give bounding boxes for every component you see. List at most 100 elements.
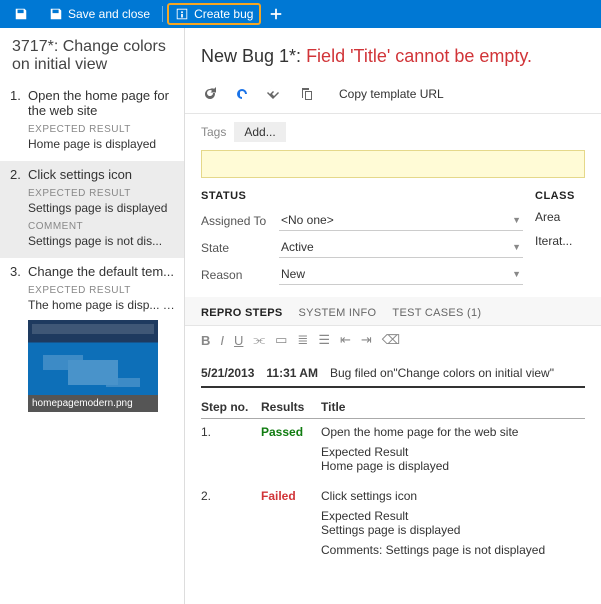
- expected-label: EXPECTED RESULT: [28, 188, 176, 199]
- repro-filed-on: Bug filed on"Change colors on initial vi…: [330, 366, 554, 380]
- reason-label: Reason: [201, 268, 279, 282]
- repro-date: 5/21/2013: [201, 366, 254, 380]
- format-toolbar: B I U ⫘ ▭ ≣ ☰ ⇤ ⇥ ⌫: [185, 326, 601, 354]
- comment-label: COMMENT: [28, 221, 176, 232]
- refresh-icon: [202, 86, 218, 102]
- col-results: Results: [261, 400, 321, 414]
- iteration-link[interactable]: Iterat...: [535, 234, 585, 248]
- attach-icon: [266, 86, 282, 102]
- step-1[interactable]: 1. Open the home page for the web site E…: [0, 82, 184, 161]
- repro-title: Open the home page for the web site: [321, 425, 585, 439]
- caret-icon: ▼: [512, 269, 521, 279]
- create-bug-button[interactable]: Create bug: [175, 7, 253, 21]
- tags-label: Tags: [201, 125, 226, 139]
- expected-label: EXPECTED RESULT: [28, 124, 176, 135]
- left-panel: 3717*: Change colors on initial view 1. …: [0, 28, 184, 604]
- attach-button[interactable]: [265, 85, 283, 103]
- repro-title: Click settings icon: [321, 489, 585, 503]
- repro-exp: Home page is displayed: [321, 459, 585, 473]
- tab-system-info[interactable]: SYSTEM INFO: [299, 307, 377, 319]
- create-bug-highlight: Create bug: [167, 3, 261, 25]
- col-title: Title: [321, 400, 585, 414]
- step-2[interactable]: 2. Click settings icon EXPECTED RESULT S…: [0, 161, 184, 258]
- bug-toolbar: Copy template URL: [185, 81, 601, 114]
- save-icon: [14, 7, 28, 21]
- attachment-thumb[interactable]: homepagemodern.png: [28, 320, 158, 412]
- comment-value: Settings page is not dis...: [28, 234, 176, 248]
- state-label: State: [201, 241, 279, 255]
- page-title: 3717*: Change colors on initial view: [0, 28, 184, 82]
- state-dropdown[interactable]: Active ▼: [279, 237, 523, 258]
- repro-result: Passed: [261, 425, 321, 439]
- step-title: Click settings icon: [28, 167, 132, 182]
- repro-step-num: 2.: [201, 489, 261, 503]
- col-step: Step no.: [201, 400, 261, 414]
- step-title: Change the default tem...: [28, 264, 174, 279]
- caret-icon: ▼: [512, 242, 521, 252]
- save-close-button[interactable]: Save and close: [41, 5, 158, 23]
- bold-button[interactable]: B: [201, 333, 210, 348]
- repro-result: Failed: [261, 489, 321, 503]
- numbered-button[interactable]: ☰: [318, 332, 330, 348]
- assigned-label: Assigned To: [201, 214, 279, 228]
- expected-value: The home page is disp... modern look see…: [28, 298, 176, 312]
- step-num: 1.: [10, 88, 28, 103]
- right-panel: New Bug 1*: Field 'Title' cannot be empt…: [184, 28, 601, 604]
- caret-icon: ▼: [512, 215, 521, 225]
- clear-button[interactable]: ⌫: [382, 332, 400, 348]
- image-button[interactable]: ▭: [275, 332, 287, 348]
- repro-step-num: 1.: [201, 425, 261, 439]
- status-header: STATUS: [201, 190, 535, 202]
- repro-time: 11:31 AM: [266, 366, 318, 380]
- repro-row-2: 2. Failed Click settings icon Expected R…: [201, 483, 585, 567]
- copy-button[interactable]: [297, 85, 315, 103]
- tab-repro-steps[interactable]: REPRO STEPS: [201, 307, 283, 319]
- step-num: 3.: [10, 264, 28, 279]
- state-value: Active: [281, 240, 314, 254]
- repro-row-1: 1. Passed Open the home page for the web…: [201, 419, 585, 483]
- expected-value: Settings page is displayed: [28, 201, 176, 215]
- add-tag-button[interactable]: Add...: [234, 122, 285, 142]
- outdent-button[interactable]: ⇤: [340, 332, 351, 348]
- save-close-label: Save and close: [68, 7, 150, 21]
- bug-title-prefix: New Bug 1*:: [201, 46, 306, 66]
- add-button[interactable]: [261, 5, 291, 23]
- copy-icon: [298, 86, 314, 102]
- step-num: 2.: [10, 167, 28, 182]
- assigned-dropdown[interactable]: <No one> ▼: [279, 210, 523, 231]
- refresh-button[interactable]: [201, 85, 219, 103]
- link-button[interactable]: ⫘: [253, 332, 265, 348]
- assigned-value: <No one>: [281, 213, 334, 227]
- create-bug-label: Create bug: [194, 7, 253, 21]
- class-header: CLASS: [535, 190, 585, 202]
- expected-label: EXPECTED RESULT: [28, 285, 176, 296]
- step-title: Open the home page for the web site: [28, 88, 176, 118]
- area-link[interactable]: Area: [535, 210, 585, 224]
- toolbar-separator: [162, 6, 163, 22]
- reason-value: New: [281, 267, 305, 281]
- detail-tabs: REPRO STEPS SYSTEM INFO TEST CASES (1): [185, 297, 601, 326]
- save-close-icon: [49, 7, 63, 21]
- reason-dropdown[interactable]: New ▼: [279, 264, 523, 285]
- tags-row: Tags Add...: [185, 114, 601, 150]
- indent-button[interactable]: ⇥: [361, 332, 372, 348]
- underline-button[interactable]: U: [234, 333, 243, 348]
- repro-exp-label: Expected Result: [321, 445, 585, 459]
- undo-button[interactable]: [233, 85, 251, 103]
- tab-test-cases[interactable]: TEST CASES (1): [392, 307, 481, 319]
- bug-title-input[interactable]: [201, 150, 585, 178]
- copy-template-link[interactable]: Copy template URL: [339, 87, 444, 101]
- undo-icon: [234, 86, 250, 102]
- italic-button[interactable]: I: [220, 333, 224, 348]
- repro-exp-label: Expected Result: [321, 509, 585, 523]
- save-icon-button[interactable]: [6, 5, 41, 23]
- bug-icon: [175, 7, 189, 21]
- expected-value: Home page is displayed: [28, 137, 176, 151]
- step-3[interactable]: 3. Change the default tem... EXPECTED RE…: [0, 258, 184, 422]
- attachment-image: [28, 320, 158, 395]
- bullets-button[interactable]: ≣: [297, 332, 308, 348]
- top-toolbar: Save and close Create bug: [0, 0, 601, 28]
- bug-title-row: New Bug 1*: Field 'Title' cannot be empt…: [185, 28, 601, 81]
- repro-exp: Settings page is displayed: [321, 523, 585, 537]
- repro-comments: Comments: Settings page is not displayed: [321, 543, 585, 557]
